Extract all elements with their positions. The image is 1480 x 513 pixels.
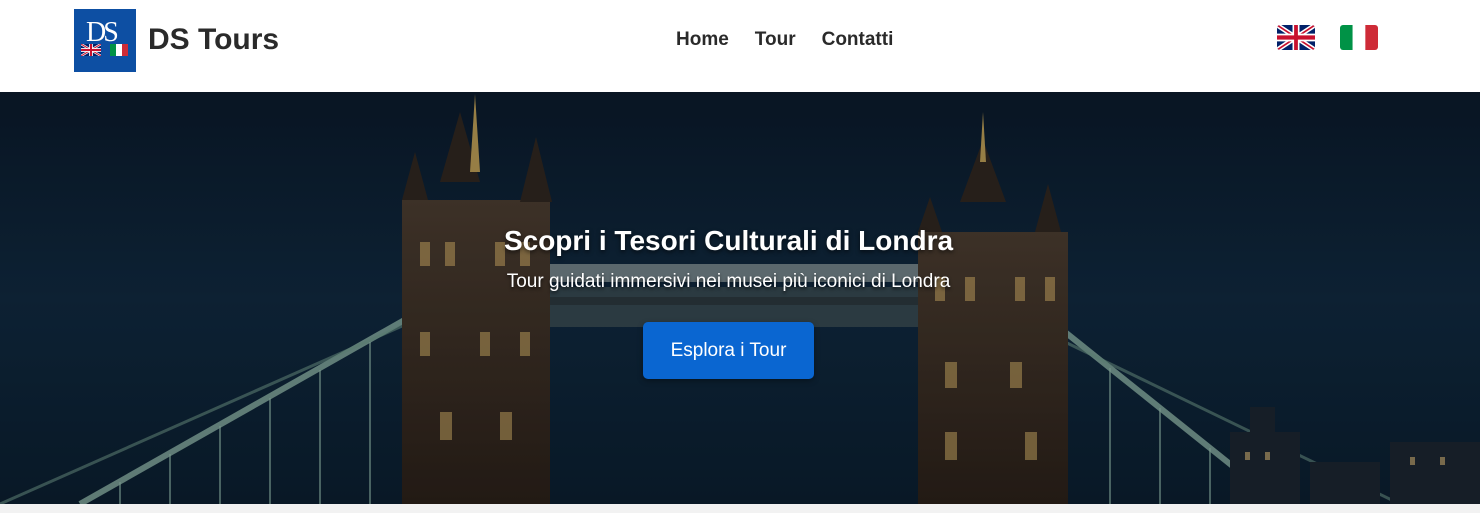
hero-title: Scopri i Tesori Culturali di Londra — [503, 225, 954, 256]
nav-link-contatti[interactable]: Contatti — [822, 28, 894, 52]
brand-name[interactable]: DS Tours — [148, 22, 279, 58]
italy-flag-icon[interactable] — [1340, 25, 1378, 50]
page-bottom-strip — [0, 504, 1480, 513]
tower-bridge-image — [0, 92, 1480, 504]
logo-uk-flag-icon — [81, 44, 101, 56]
nav-link-tour[interactable]: Tour — [755, 28, 796, 52]
uk-flag-icon[interactable] — [1277, 25, 1315, 50]
hero-section: Scopri i Tesori Culturali di Londra Tour… — [0, 92, 1480, 504]
explore-tours-button[interactable]: Esplora i Tour — [643, 322, 814, 379]
nav-link-home[interactable]: Home — [676, 28, 729, 52]
main-nav: Home Tour Contatti — [676, 28, 893, 52]
navbar: DS DS Tours Home Tour Contatti — [0, 0, 1480, 92]
logo-italy-flag-icon — [110, 44, 128, 56]
hero-subtitle: Tour guidati immersivi nei musei più ico… — [506, 271, 951, 292]
logo[interactable]: DS — [74, 9, 136, 72]
